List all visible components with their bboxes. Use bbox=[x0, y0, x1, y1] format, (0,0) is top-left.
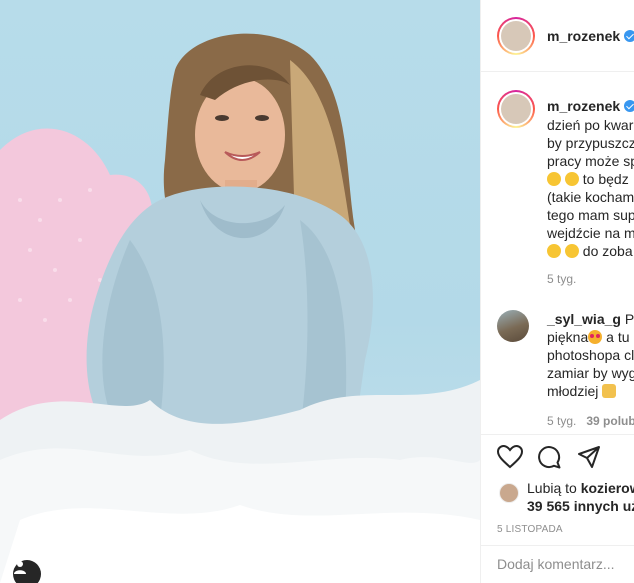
caption-line: (takie kocham bbox=[547, 189, 634, 205]
hugging-emoji-icon bbox=[547, 244, 561, 258]
caption-line: wejdźcie na m bbox=[547, 225, 634, 241]
comment-icon[interactable] bbox=[537, 445, 561, 469]
caption-time[interactable]: 5 tyg. bbox=[547, 272, 576, 286]
photo-illustration bbox=[0, 33, 480, 583]
heart-eyes-emoji-icon bbox=[588, 330, 603, 344]
comment-line: młodziej bbox=[547, 382, 617, 400]
caption-line: tego mam sup bbox=[547, 207, 634, 223]
caption-line: by przypuszcz bbox=[547, 135, 634, 151]
user-tag-button[interactable] bbox=[13, 560, 41, 583]
likes-count[interactable]: 39 565 innych uż bbox=[527, 497, 634, 515]
caption-username[interactable]: m_rozenek bbox=[547, 98, 634, 114]
comments-section: m_rozenek dzień po kwar by przypuszcz pr… bbox=[481, 72, 634, 434]
likes-text: Lubią to kozierow bbox=[527, 479, 634, 497]
liker-username[interactable]: kozierow bbox=[581, 480, 634, 496]
post-actions: Lubią to kozierow 39 565 innych uż 5 LIS… bbox=[481, 434, 634, 583]
raised-hands-emoji-icon bbox=[602, 384, 617, 398]
header-username[interactable]: m_rozenek bbox=[547, 28, 634, 44]
add-comment-bar bbox=[481, 545, 634, 583]
post-header: m_rozenek bbox=[481, 0, 634, 72]
post-date: 5 LISTOPADA bbox=[497, 524, 563, 535]
kiss-emoji-icon bbox=[564, 244, 579, 258]
caption-line: dzień po kwar bbox=[547, 117, 634, 133]
comment-meta: 5 tyg. 39 polub bbox=[547, 414, 634, 428]
comment-line: piękna a tu bbox=[547, 329, 630, 345]
header-avatar[interactable] bbox=[497, 17, 535, 55]
caption-line: to będz bbox=[547, 170, 629, 188]
caption-line: do zoba bbox=[547, 242, 633, 260]
share-icon[interactable] bbox=[577, 445, 601, 469]
comment-likes[interactable]: 39 polub bbox=[586, 414, 634, 428]
laughing-emoji-icon bbox=[547, 172, 561, 186]
verified-icon bbox=[624, 30, 634, 42]
caption-line: pracy może sp bbox=[547, 153, 634, 169]
comment-line: zamiar by wyg bbox=[547, 365, 634, 381]
comment-line: photoshopa cl bbox=[547, 347, 634, 363]
heart-icon[interactable] bbox=[497, 445, 523, 469]
user-tag-icon bbox=[14, 561, 26, 574]
caption-avatar[interactable] bbox=[497, 90, 535, 128]
post-photo[interactable] bbox=[0, 0, 480, 583]
commenter-username[interactable]: _syl_wia_g bbox=[547, 311, 621, 327]
post-side-panel: m_rozenek m_rozenek dzień po kwar by prz… bbox=[480, 0, 634, 583]
liker-avatar[interactable] bbox=[499, 483, 519, 503]
comment-first-line: _syl_wia_g Pan bbox=[547, 311, 634, 327]
rofl-emoji-icon bbox=[564, 172, 579, 186]
commenter-avatar[interactable] bbox=[497, 310, 529, 342]
add-comment-input[interactable] bbox=[497, 556, 634, 572]
verified-icon bbox=[624, 100, 634, 112]
